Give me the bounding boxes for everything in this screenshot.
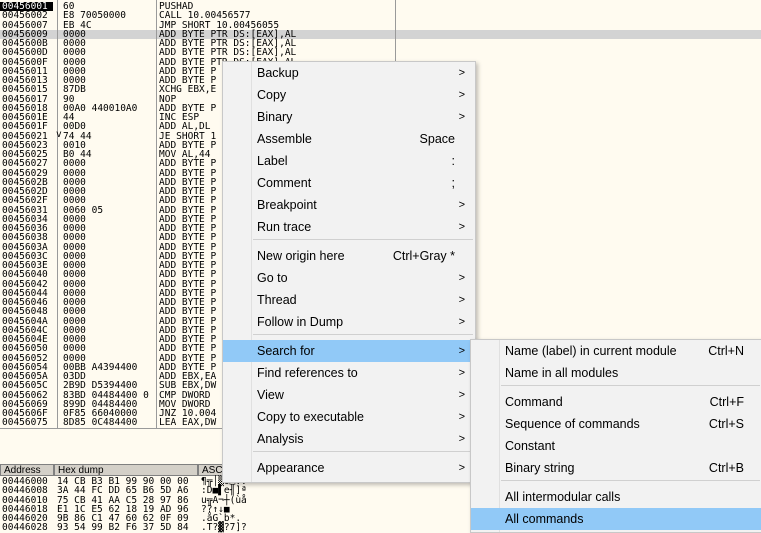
menu-item-label: Run trace	[257, 220, 312, 234]
menu-item-shortcut: Ctrl+B	[708, 461, 744, 475]
column-divider	[156, 0, 157, 428]
menu-item-shortcut: Space	[419, 132, 455, 146]
hex-column: 60 E8 70050000 EB 4C 0000 0000 0000 0000 0000 00…	[63, 2, 155, 428]
menu-item-assemble[interactable]: Assemble Space	[223, 128, 475, 150]
column-divider	[57, 0, 58, 428]
menu-item-label: View	[257, 388, 284, 402]
dump-ascii-column: ¶╦│▒Ö□..:D■▌e╢]ªu╦A¬┼(ùå??↑↓■.åG`b*..T?▓…	[201, 477, 247, 533]
menu-item-label: All commands	[505, 512, 584, 526]
menu-item-shortcut: :	[451, 154, 455, 168]
dump-address-column: 00446000 00446008 00446010 00446018 00446020…	[2, 477, 48, 533]
menu-item-analysis[interactable]: Analysis >	[223, 428, 475, 450]
menu-item-label: Copy	[257, 88, 287, 102]
menu-item-comment[interactable]: Comment;	[223, 172, 475, 194]
chevron-right-icon: >	[458, 89, 465, 101]
menu-item-shortcut: Ctrl+S	[708, 417, 744, 431]
submenu-item-all-commands[interactable]: All commands	[471, 508, 761, 530]
context-menu[interactable]: Backup > Copy > Binary > Assemble Space Label: Co…	[222, 61, 476, 483]
chevron-right-icon: >	[458, 67, 465, 79]
submenu-item-sequence-of-commands[interactable]: Sequence of commands Ctrl+S	[471, 413, 761, 435]
dump-hex-column: 14 CB B3 B1 99 90 00 00 3A 44 FC DD 65 B6…	[57, 477, 189, 533]
menu-item-thread[interactable]: Thread >	[223, 289, 475, 311]
menu-item-new-origin-here[interactable]: New origin here Ctrl+Gray *	[223, 245, 475, 267]
menu-separator	[253, 239, 473, 240]
chevron-right-icon: >	[458, 389, 465, 401]
menu-item-view[interactable]: View >	[223, 384, 475, 406]
dump-header-address[interactable]: Address	[0, 464, 54, 476]
menu-item-label: All intermodular calls	[505, 490, 621, 504]
menu-item-follow-in-dump[interactable]: Follow in Dump >	[223, 311, 475, 333]
menu-item-label: Sequence of commands	[505, 417, 640, 431]
chevron-right-icon: >	[458, 221, 465, 233]
menu-item-go-to[interactable]: Go to >	[223, 267, 475, 289]
menu-item-run-trace[interactable]: Run trace >	[223, 216, 475, 238]
menu-separator	[501, 385, 760, 386]
menu-item-binary[interactable]: Binary >	[223, 106, 475, 128]
menu-item-copy-to-executable[interactable]: Copy to executable >	[223, 406, 475, 428]
submenu-item-all-intermodular-calls[interactable]: All intermodular calls	[471, 486, 761, 508]
chevron-right-icon: >	[458, 111, 465, 123]
dump-ascii: .T?▓?7]?	[201, 522, 247, 533]
menu-item-label: Breakpoint	[257, 198, 317, 212]
menu-item-shortcut: Ctrl+F	[709, 395, 744, 409]
chevron-right-icon: >	[458, 316, 465, 328]
address-column: 00456001 00456002 00456007 00456009 0045600B…	[2, 2, 54, 428]
menu-item-backup[interactable]: Backup >	[223, 62, 475, 84]
menu-item-label: Binary	[257, 110, 293, 124]
chevron-right-icon: >	[458, 294, 465, 306]
disasm-hex: 87DB	[63, 84, 86, 96]
menu-item-label: Label	[257, 154, 288, 168]
menu-item-label: Name (label) in current module	[505, 344, 677, 358]
menu-item-label: Analysis	[257, 432, 304, 446]
submenu-item-constant[interactable]: Constant	[471, 435, 761, 457]
menu-item-label: Assemble	[257, 132, 312, 146]
chevron-right-icon: >	[458, 462, 465, 474]
menu-item-label: Backup	[257, 66, 299, 80]
menu-item-shortcut: Ctrl+N	[708, 344, 744, 358]
menu-item-label: Search for	[257, 344, 315, 358]
menu-item-label: Copy to executable	[257, 410, 365, 424]
menu-separator	[253, 334, 473, 335]
menu-item-appearance[interactable]: Appearance >	[223, 457, 475, 479]
menu-item-label: New origin here	[257, 249, 345, 263]
menu-item-find-references-to[interactable]: Find references to >	[223, 362, 475, 384]
chevron-right-icon: >	[458, 367, 465, 379]
chevron-right-icon: >	[458, 199, 465, 211]
submenu-item-binary-string[interactable]: Binary string Ctrl+B	[471, 457, 761, 479]
menu-item-label: Comment	[257, 176, 312, 190]
menu-item-label: Go to	[257, 271, 288, 285]
menu-separator	[253, 451, 473, 452]
dump-hex: 93 54 99 B2 F6 37 5D 84	[57, 522, 189, 533]
dump-header-hex[interactable]: Hex dump	[54, 464, 198, 476]
chevron-right-icon: >	[458, 272, 465, 284]
menu-item-breakpoint[interactable]: Breakpoint >	[223, 194, 475, 216]
menu-item-label: Name in all modules	[505, 366, 619, 380]
dump-address: 00446028	[2, 522, 48, 533]
menu-item-label: Follow in Dump	[257, 315, 344, 329]
menu-item-label: Constant	[505, 439, 556, 453]
disasm-hex: 00A0 440010A0	[63, 102, 138, 114]
menu-separator	[501, 480, 760, 481]
menu-item-label: Binary string	[505, 461, 575, 475]
menu-item-label: Find references to	[257, 366, 358, 380]
submenu-item-command[interactable]: Command Ctrl+F	[471, 391, 761, 413]
chevron-right-icon: >	[458, 411, 465, 423]
menu-item-label: Command	[505, 395, 563, 409]
menu-item-search-for[interactable]: Search for >	[223, 340, 475, 362]
jump-arrow-icon: v	[56, 129, 62, 140]
chevron-right-icon: >	[458, 433, 465, 445]
menu-item-copy[interactable]: Copy >	[223, 84, 475, 106]
menu-item-label[interactable]: Label:	[223, 150, 475, 172]
chevron-right-icon: >	[458, 345, 465, 357]
submenu-item-name-in-all-modules[interactable]: Name in all modules	[471, 362, 761, 384]
menu-item-label: Thread	[257, 293, 297, 307]
disasm-hex: 8D85 0C484400	[63, 417, 138, 428]
menu-item-shortcut: ;	[451, 176, 455, 190]
menu-item-label: Appearance	[257, 461, 325, 475]
menu-item-shortcut: Ctrl+Gray *	[392, 249, 455, 263]
search-for-submenu[interactable]: Name (label) in current module Ctrl+N Name…	[470, 339, 761, 533]
submenu-item-name-label-in-current-module[interactable]: Name (label) in current module Ctrl+N	[471, 340, 761, 362]
